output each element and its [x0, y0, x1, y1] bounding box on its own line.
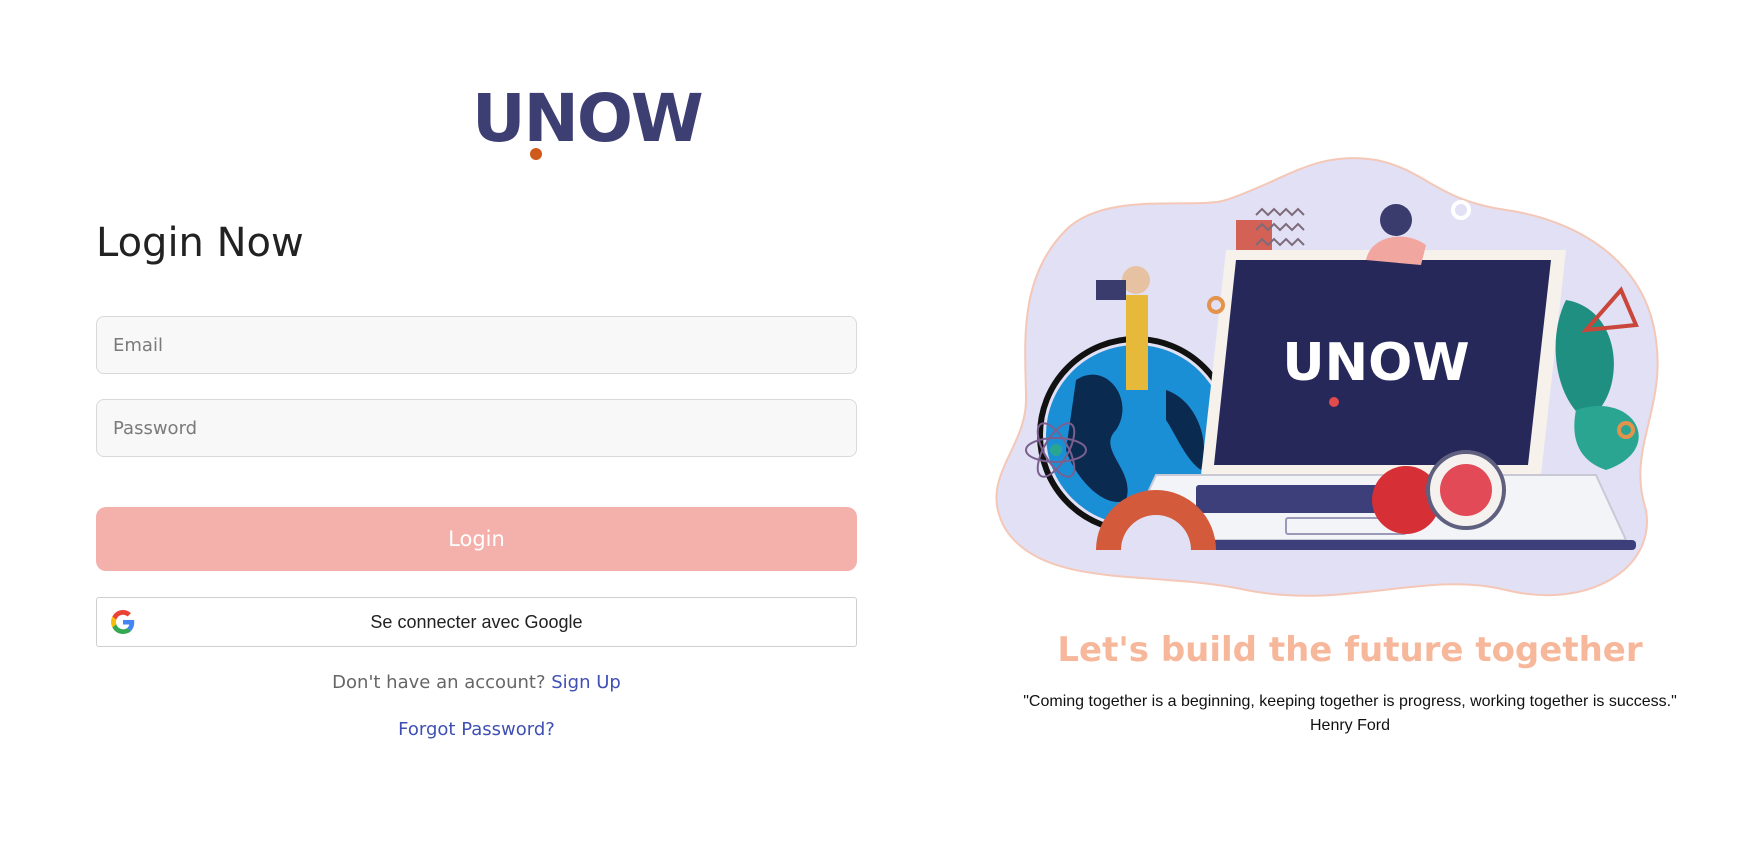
login-panel: UNOW Login Now Login Se connecter avec G…	[0, 0, 960, 843]
signup-link[interactable]: Sign Up	[551, 672, 621, 693]
google-login-button[interactable]: Se connecter avec Google	[96, 597, 857, 647]
signup-prompt: Don't have an account? Sign Up	[96, 672, 857, 693]
page-title: Login Now	[96, 220, 304, 266]
no-account-text: Don't have an account?	[332, 672, 546, 693]
hero-quote: "Coming together is a beginning, keeping…	[960, 690, 1740, 738]
quote-author: Henry Ford	[1309, 717, 1391, 734]
logo-dot-icon	[530, 148, 542, 160]
forgot-password-link[interactable]: Forgot Password?	[398, 719, 555, 740]
google-icon	[111, 610, 135, 634]
quote-text: "Coming together is a beginning, keeping…	[1023, 693, 1677, 710]
forgot-password-row: Forgot Password?	[96, 719, 857, 740]
logo-wordmark: UNOW	[472, 80, 704, 157]
hero-headline: Let's build the future together	[1057, 630, 1643, 670]
password-field[interactable]	[96, 399, 857, 457]
hero-panel: UNOW Let's build the future together "Co…	[960, 0, 1758, 843]
unow-logo: UNOW	[472, 84, 704, 164]
email-field[interactable]	[96, 316, 857, 374]
google-button-label: Se connecter avec Google	[370, 611, 583, 632]
login-button[interactable]: Login	[96, 507, 857, 571]
svg-text:UNOW: UNOW	[1282, 333, 1469, 393]
laptop-illustration: UNOW	[995, 157, 1659, 597]
